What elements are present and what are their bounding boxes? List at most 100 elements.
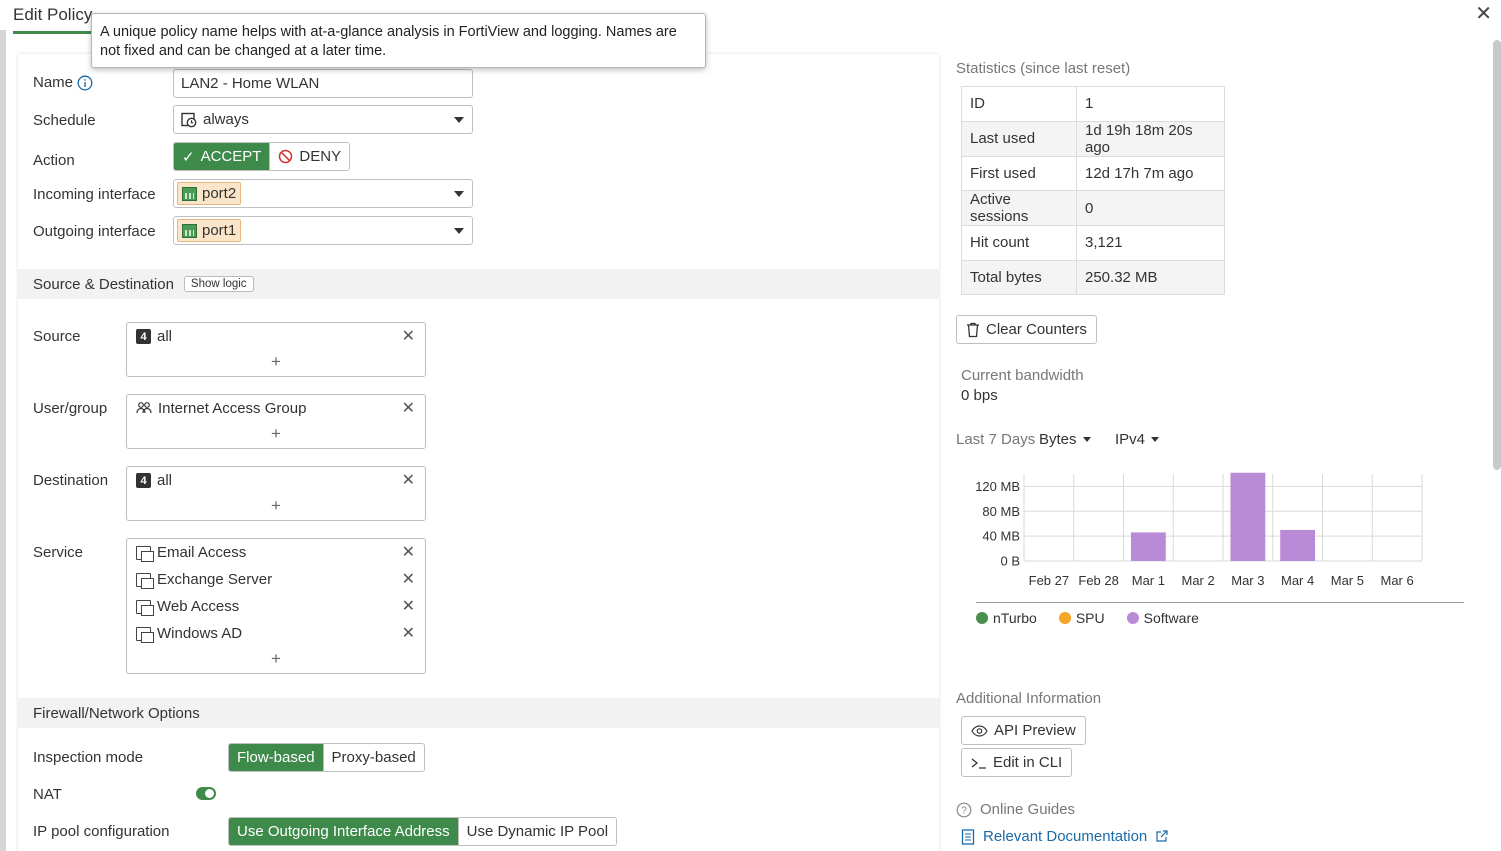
remove-icon[interactable]: ✕ [402,623,415,643]
service-item-label: Email Access [157,544,247,561]
schedule-label: Schedule [33,112,96,129]
bandwidth-label: Current bandwidth [961,367,1084,384]
ip-version-dropdown[interactable]: IPv4 [1115,431,1160,448]
y-tick-label: 120 MB [975,479,1020,494]
legend-label: SPU [1075,610,1105,626]
edit-cli-label: Edit in CLI [993,754,1063,771]
list-item[interactable]: Web Access ✕ [127,593,425,620]
bar-software-mar-1[interactable] [1130,532,1166,561]
service-list: Email Access ✕ Exchange Server ✕ Web Acc… [126,538,426,674]
x-tick-label: Mar 2 [1182,573,1215,588]
bar-software-mar-4[interactable] [1280,529,1316,561]
document-icon [961,828,975,845]
service-icon [136,545,154,562]
name-input[interactable]: LAN2 - Home WLAN [173,69,473,98]
inspection-label: Inspection mode [33,749,144,766]
table-row: Active sessions 0 [961,190,1225,226]
remove-icon[interactable]: ✕ [402,326,415,346]
schedule-icon [181,112,197,127]
list-item[interactable]: Internet Access Group ✕ [127,395,425,422]
service-item-label: Windows AD [157,625,243,642]
bandwidth-chart: 0 B 40 MB 80 MB 120 MB Feb 27 Feb 28 Mar 1 Mar … [975,472,1423,588]
firewall-section-title: Firewall/Network Options [33,704,200,722]
y-tick-label: 80 MB [982,504,1020,519]
relevant-documentation-link[interactable]: Relevant Documentation [961,828,1168,845]
clear-counters-label: Clear Counters [986,321,1087,338]
page-title: Edit Policy [13,5,93,34]
name-label: Name [33,74,74,91]
unit-dropdown[interactable]: Bytes [1039,431,1091,448]
terminal-icon [971,757,986,769]
clear-counters-button[interactable]: Clear Counters [956,315,1097,344]
list-item[interactable]: Exchange Server ✕ [127,566,425,593]
source-item-label: all [157,328,173,345]
caret-down-icon [1082,437,1091,442]
service-icon [136,599,154,616]
flow-based-button[interactable]: Flow-based [229,744,323,771]
remove-icon[interactable]: ✕ [402,596,415,616]
stat-value: 250.32 MB [1076,259,1225,295]
usergroup-label: User/group [33,400,108,417]
chevron-down-icon [454,228,464,234]
add-destination-button[interactable]: + [127,494,425,520]
accept-button[interactable]: ✓ ACCEPT [174,143,270,170]
legend-swatch-nturbo [976,612,988,624]
x-tick-label: Mar 1 [1132,573,1165,588]
stat-key: First used [961,155,1077,191]
use-outgoing-interface-button[interactable]: Use Outgoing Interface Address [229,818,458,845]
use-dynamic-ippool-button[interactable]: Use Dynamic IP Pool [457,818,617,845]
edit-in-cli-button[interactable]: Edit in CLI [961,748,1073,777]
scrollbar[interactable] [1493,40,1501,470]
user-group-icon [136,402,152,414]
inspection-mode-toggle: Flow-based Proxy-based [228,743,425,772]
legend-item[interactable]: Software [1126,610,1199,626]
deny-button[interactable]: DENY [269,143,350,170]
action-toggle: ✓ ACCEPT DENY [173,142,351,171]
service-label: Service [33,544,84,561]
close-icon[interactable]: ✕ [1475,4,1492,24]
deny-label: DENY [299,148,342,165]
remove-icon[interactable]: ✕ [402,470,415,490]
incoming-interface-select[interactable]: port2 [173,179,473,208]
stats-table: ID 1 Last used 1d 19h 18m 20s ago First us… [961,86,1225,295]
srcdst-section-header: Source & Destination Show logic [18,269,939,299]
add-usergroup-button[interactable]: + [127,422,425,448]
api-preview-button[interactable]: API Preview [961,716,1086,745]
stat-value: 3,121 [1076,225,1225,261]
bar-software-mar-3[interactable] [1230,472,1266,561]
legend-label: nTurbo [993,610,1037,626]
add-source-button[interactable]: + [127,350,425,376]
list-item[interactable]: Windows AD ✕ [127,620,425,647]
remove-icon[interactable]: ✕ [402,569,415,589]
deny-icon [279,149,293,164]
check-icon: ✓ [182,148,195,166]
eye-icon [971,724,988,737]
info-icon[interactable] [77,75,93,91]
list-item[interactable]: 4 all ✕ [127,323,425,350]
stat-value: 1d 19h 18m 20s ago [1076,120,1225,157]
remove-icon[interactable]: ✕ [402,542,415,562]
address-icon: 4 [136,473,151,488]
stats-title: Statistics (since last reset) [956,60,1131,77]
outgoing-interface-select[interactable]: port1 [173,216,473,245]
proxy-based-button[interactable]: Proxy-based [322,744,424,771]
source-list: 4 all ✕ + [126,322,426,377]
caret-down-icon [1151,437,1160,442]
stat-value: 1 [1076,86,1225,122]
list-item[interactable]: 4 all ✕ [127,467,425,494]
legend-item[interactable]: SPU [1058,610,1105,626]
period-label: Last 7 Days [956,431,1036,448]
list-item[interactable]: Email Access ✕ [127,539,425,566]
service-icon [136,626,154,643]
x-tick-label: Mar 3 [1231,573,1264,588]
add-service-button[interactable]: + [127,647,425,673]
nat-toggle[interactable] [196,787,216,800]
stat-value: 12d 17h 7m ago [1076,155,1225,191]
remove-icon[interactable]: ✕ [402,398,415,418]
address-icon: 4 [136,329,151,344]
schedule-select[interactable]: always [173,105,473,134]
destination-label: Destination [33,472,109,489]
table-row: Hit count 3,121 [961,225,1225,261]
legend-item[interactable]: nTurbo [976,610,1037,626]
show-logic-button[interactable]: Show logic [183,276,254,292]
